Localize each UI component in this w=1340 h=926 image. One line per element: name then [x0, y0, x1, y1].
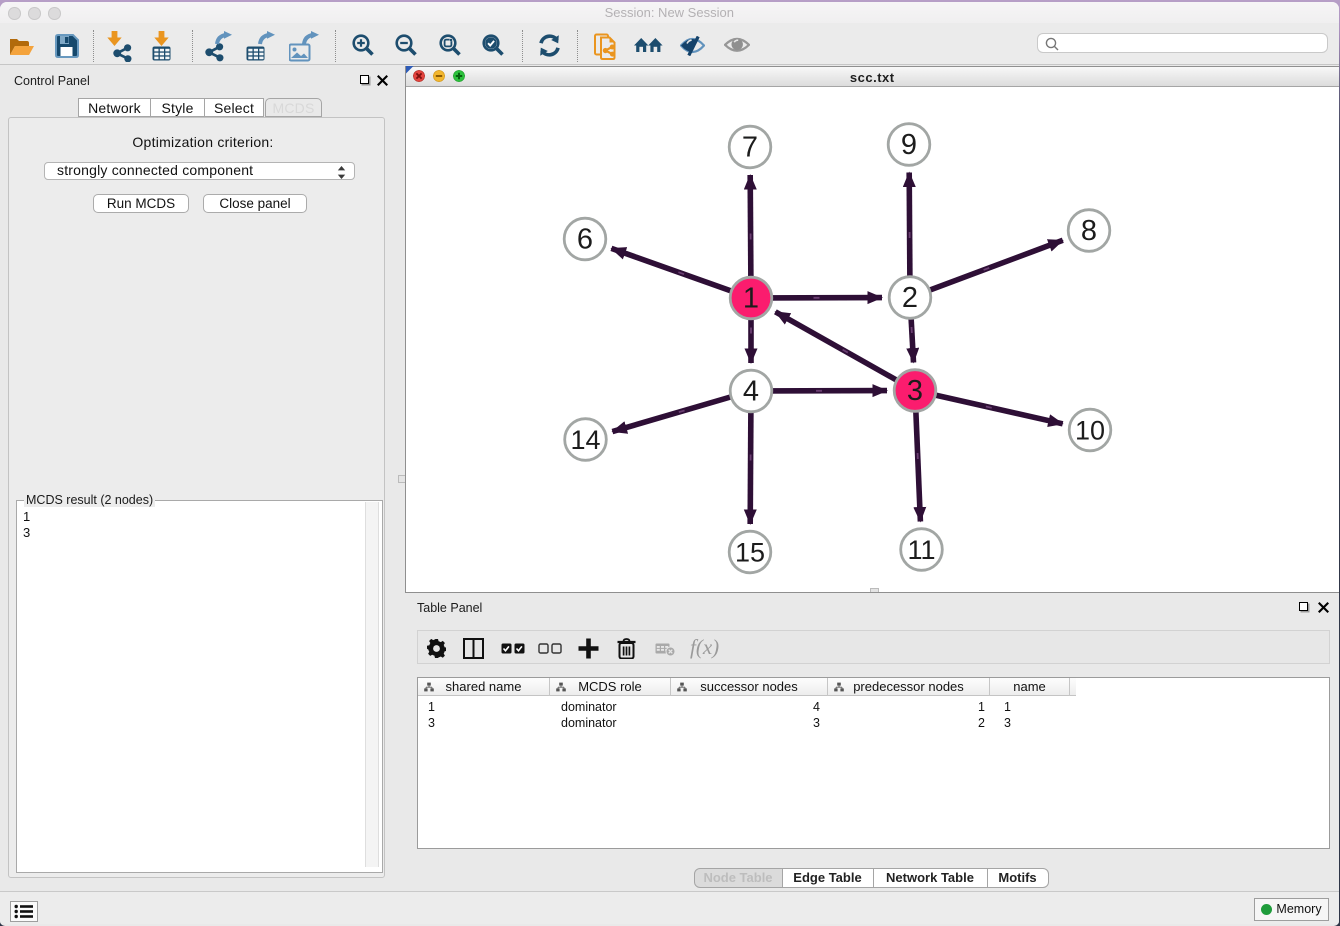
- svg-text:6: 6: [577, 223, 593, 255]
- svg-text:10: 10: [1075, 415, 1105, 445]
- svg-text:8: 8: [1081, 215, 1097, 247]
- svg-text:3: 3: [907, 375, 923, 407]
- svg-text:11: 11: [907, 535, 935, 565]
- svg-text:1: 1: [743, 282, 759, 314]
- svg-text:4: 4: [743, 375, 759, 407]
- svg-text:15: 15: [735, 537, 765, 567]
- svg-text:14: 14: [570, 425, 600, 455]
- svg-text:2: 2: [902, 282, 918, 314]
- svg-text:9: 9: [901, 129, 917, 161]
- svg-text:7: 7: [742, 131, 758, 163]
